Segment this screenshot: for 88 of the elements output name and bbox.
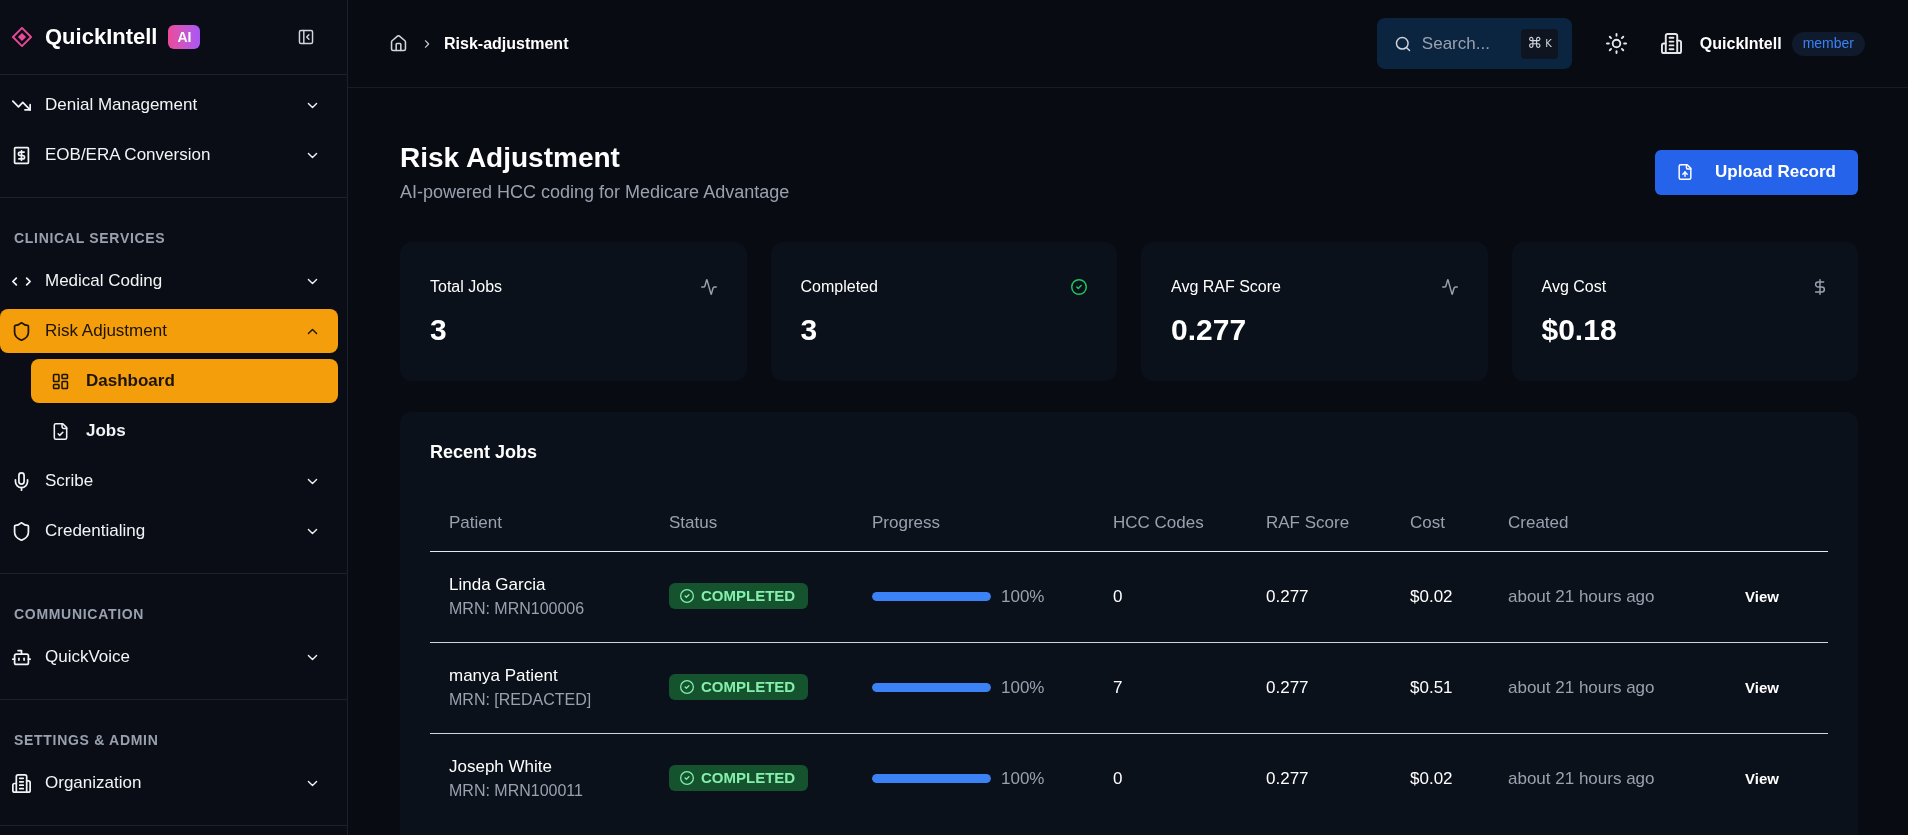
sidebar-item[interactable]: EOB/ERA Conversion — [0, 133, 338, 177]
patient-name: Linda Garcia — [449, 573, 547, 596]
progress-percent: 100% — [1001, 585, 1045, 608]
check-circle-icon — [680, 589, 694, 603]
sidebar-item[interactable]: QuickVoice — [0, 635, 338, 679]
column-header: Status — [669, 513, 718, 532]
sidebar-item[interactable]: Scribe — [0, 459, 338, 503]
card-title: Recent Jobs — [430, 441, 539, 464]
patient-mrn: MRN: MRN100006 — [449, 598, 586, 619]
raf-score: 0.277 — [1266, 677, 1309, 697]
column-header: Cost — [1410, 513, 1445, 532]
sun-icon[interactable] — [1605, 33, 1627, 54]
file-check-icon — [52, 422, 69, 440]
sidebar-item[interactable]: Medical Coding — [0, 259, 338, 303]
robot-icon — [12, 647, 31, 667]
dollar-square-icon — [12, 145, 31, 165]
stat-value: $0.18 — [1541, 312, 1618, 348]
patient-mrn: MRN: [REDACTED] — [449, 689, 593, 710]
sidebar-item[interactable]: Risk Adjustment — [0, 309, 338, 353]
page-title: Risk Adjustment — [400, 141, 621, 175]
status-label: COMPLETED — [701, 585, 796, 606]
stat-value: 3 — [430, 312, 448, 348]
column-header: Patient — [449, 513, 502, 532]
check-circle-icon — [680, 680, 694, 694]
hcc-code-count: 0 — [1113, 586, 1123, 606]
stat-label: Completed — [800, 277, 878, 297]
view-link[interactable]: View — [1745, 676, 1779, 699]
page-subtitle: AI-powered HCC coding for Medicare Advantage — [400, 181, 790, 203]
patient-mrn: MRN: MRN100011 — [449, 780, 584, 801]
section-heading: SETTINGS & ADMIN — [13, 732, 160, 748]
stat-value: 3 — [800, 312, 819, 348]
ai-badge: AI — [168, 25, 201, 49]
check-circle-icon — [680, 771, 694, 786]
created-time: about 21 hours ago — [1508, 769, 1655, 788]
home-icon[interactable] — [390, 35, 407, 52]
column-header: RAF Score — [1266, 513, 1350, 532]
patient-name: manya Patient — [449, 664, 559, 687]
grid-icon — [52, 372, 69, 390]
keyboard-shortcut: ⌘ K — [1521, 28, 1558, 59]
raf-score: 0.277 — [1266, 586, 1309, 606]
cost-value: $0.51 — [1410, 677, 1453, 697]
shield-icon — [12, 521, 31, 541]
activity-icon — [700, 279, 717, 295]
sidebar-subitem[interactable]: Jobs — [31, 409, 338, 453]
stat-label: Total Jobs — [430, 277, 503, 297]
upload-record-button[interactable]: Upload Record — [1655, 149, 1858, 195]
shield-icon — [12, 321, 31, 341]
stat-label: Avg RAF Score — [1171, 277, 1281, 297]
activity-icon — [1441, 279, 1458, 295]
breadcrumb-current: Risk-adjustment — [444, 33, 569, 54]
progress-percent: 100% — [1001, 676, 1045, 699]
search-field[interactable]: Search... ⌘ K — [1376, 18, 1572, 69]
sidebar-item[interactable]: Credentialing — [0, 509, 338, 553]
created-time: about 21 hours ago — [1508, 586, 1655, 606]
cost-value: $0.02 — [1410, 769, 1453, 788]
view-link[interactable]: View — [1745, 767, 1779, 791]
view-link[interactable]: View — [1745, 585, 1779, 608]
building-icon — [12, 773, 31, 793]
check-circle-icon — [1071, 279, 1087, 295]
sidebar-item[interactable]: Organization — [0, 761, 338, 805]
sidebar-item[interactable]: Denial Management — [0, 83, 338, 127]
progress-percent: 100% — [1001, 768, 1045, 790]
stat-value: 0.277 — [1171, 312, 1248, 348]
cost-value: $0.02 — [1410, 586, 1453, 606]
hcc-code-count: 0 — [1113, 769, 1123, 788]
status-label: COMPLETED — [701, 676, 796, 697]
status-label: COMPLETED — [701, 768, 796, 788]
building-icon — [1660, 33, 1682, 54]
sidebar-subitem[interactable]: Dashboard — [31, 359, 338, 403]
file-upload-icon — [1677, 164, 1694, 180]
column-header: HCC Codes — [1113, 513, 1204, 532]
section-heading: COMMUNICATION — [13, 606, 146, 622]
section-heading: CLINICAL SERVICES — [13, 230, 167, 246]
sidebar-collapse-icon[interactable] — [298, 29, 314, 45]
brand-name: QuickIntell — [45, 24, 158, 50]
hcc-code-count: 7 — [1113, 677, 1123, 697]
raf-score: 0.277 — [1266, 769, 1309, 788]
search-icon — [1394, 35, 1411, 52]
created-time: about 21 hours ago — [1508, 677, 1655, 697]
stat-label: Avg Cost — [1541, 277, 1607, 297]
patient-name: Joseph White — [449, 755, 553, 778]
column-header: Created — [1508, 513, 1569, 532]
column-header: Progress — [872, 513, 941, 532]
dollar-icon — [1812, 279, 1828, 295]
diamond-logo-icon — [12, 27, 32, 47]
microphone-icon — [12, 471, 31, 491]
user-name: QuickIntell — [1699, 33, 1782, 54]
role-badge: member — [1791, 31, 1865, 56]
